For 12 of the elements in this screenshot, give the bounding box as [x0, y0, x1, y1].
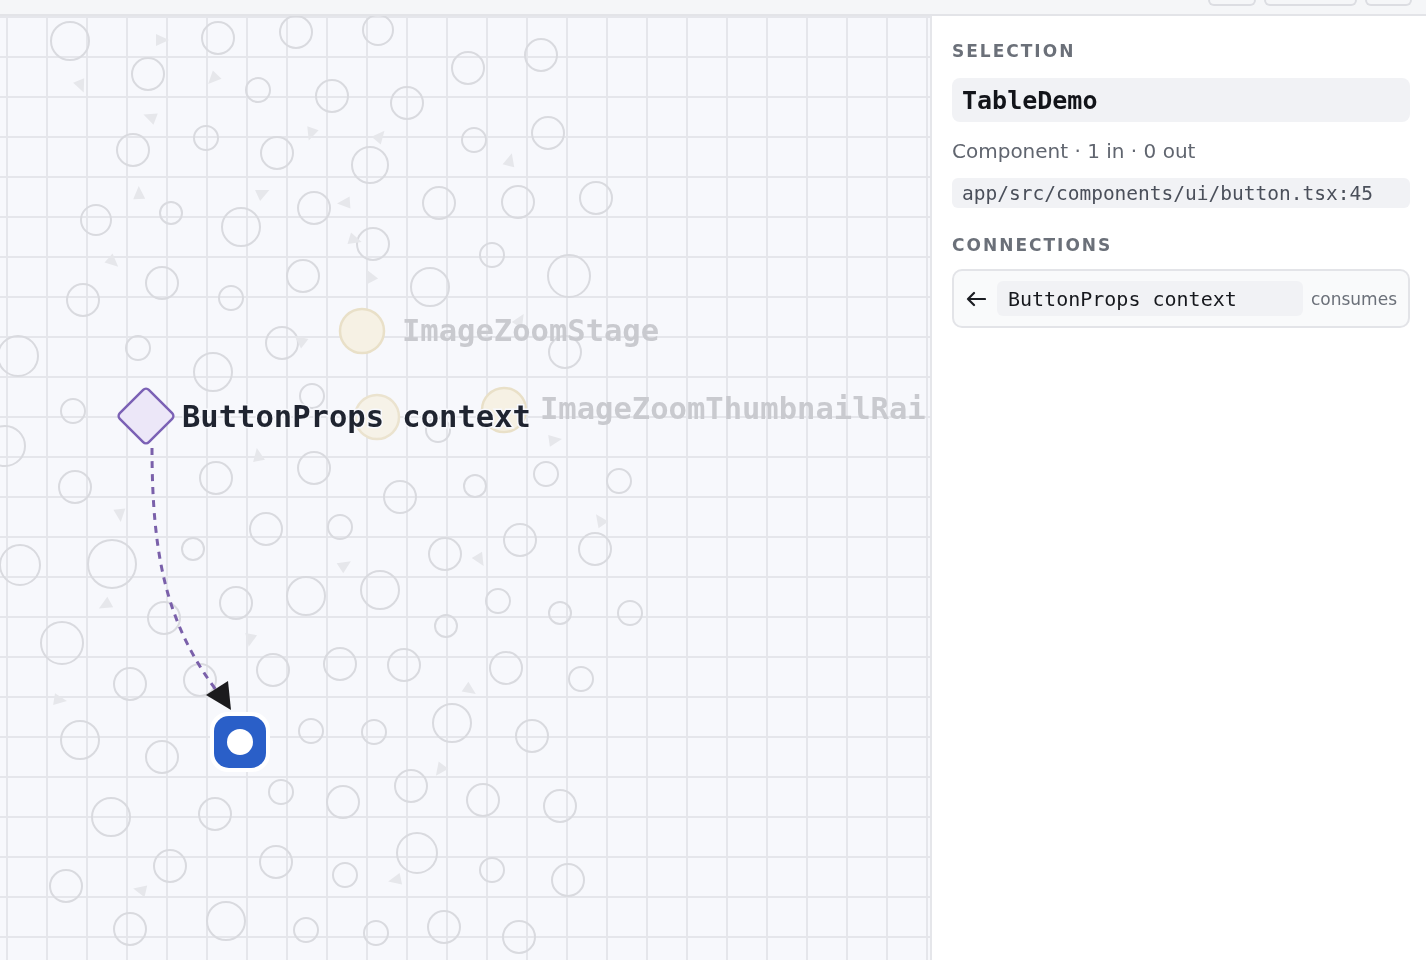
selected-name: TableDemo [952, 78, 1410, 122]
node-label: ButtonProps context [182, 398, 531, 434]
toolbar-button[interactable] [1208, 0, 1256, 6]
source-path: app/src/components/ui/button.tsx:45 [952, 178, 1410, 208]
connection-node-link[interactable]: ButtonProps context [997, 281, 1303, 316]
toolbar-button[interactable] [1365, 0, 1412, 6]
section-heading: SELECTION [952, 41, 1076, 61]
section-heading: CONNECTIONS [952, 235, 1113, 255]
toolbar-button[interactable] [1264, 0, 1357, 6]
ring-node[interactable] [210, 712, 270, 772]
node-summary: Component · 1 in · 0 out [952, 139, 1196, 163]
relation-label: consumes [1310, 288, 1397, 309]
